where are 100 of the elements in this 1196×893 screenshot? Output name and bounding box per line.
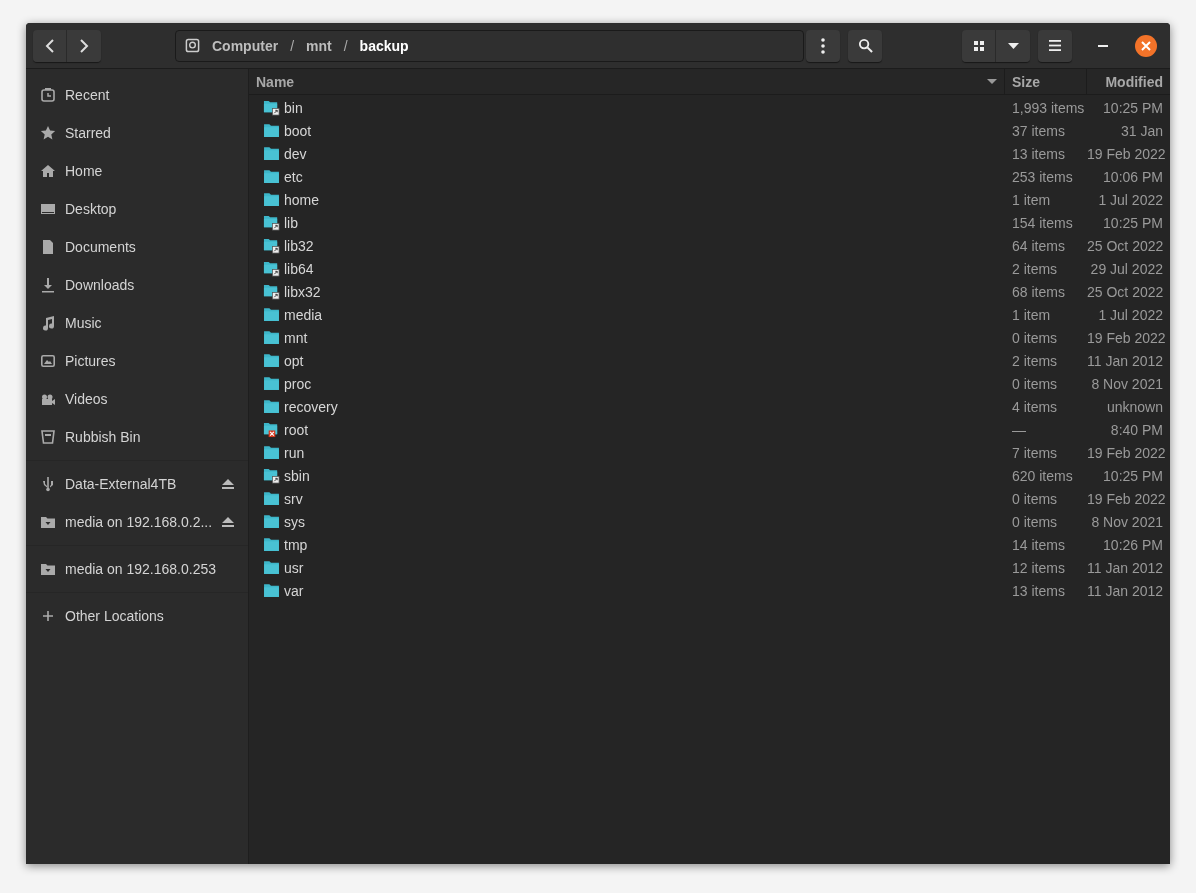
modified-cell: 19 Feb 2022 [1087, 444, 1166, 461]
modified-cell: 1 Jul 2022 [1098, 191, 1163, 208]
folder-icon [263, 122, 280, 139]
file-name[interactable]: tmp [284, 536, 308, 553]
modified-cell: 10:25 PM [1103, 467, 1163, 484]
modified-cell: unknown [1106, 398, 1163, 415]
plus-icon [40, 608, 56, 624]
size-cell: 2 items [1012, 260, 1058, 277]
modified-cell: 19 Feb 2022 [1087, 329, 1166, 346]
close-button[interactable] [1135, 34, 1157, 57]
modified-cell: 8:40 PM [1110, 421, 1163, 438]
sidebar-item[interactable]: Other Locations [65, 608, 234, 624]
sort-caret-icon [987, 79, 997, 84]
chevron-left-icon [44, 38, 55, 53]
sidebar-item[interactable]: Home [65, 163, 234, 179]
folder-icon [263, 490, 280, 507]
sidebar-item[interactable]: Rubbish Bin [65, 429, 234, 445]
sidebar-item[interactable]: Downloads [65, 277, 234, 293]
file-name[interactable]: media [284, 306, 323, 323]
column-header[interactable]: Size [1005, 69, 1087, 94]
modified-cell: 11 Jan 2012 [1087, 559, 1164, 576]
size-cell: 1 item [1012, 191, 1051, 208]
size-cell: 4 items [1012, 398, 1058, 415]
folder-link-icon [263, 467, 280, 484]
file-name[interactable]: recovery [284, 398, 338, 415]
modified-cell: 11 Jan 2012 [1087, 582, 1164, 599]
path-bar[interactable]: Computer / mnt / backup [175, 29, 804, 62]
monitor-icon [40, 201, 56, 217]
size-cell: 1 item [1012, 306, 1051, 323]
star-icon [40, 125, 56, 141]
file-name[interactable]: lib32 [284, 237, 314, 254]
sidebar-item[interactable]: Music [65, 315, 234, 331]
file-name[interactable]: usr [284, 559, 304, 576]
search-button[interactable] [848, 29, 882, 62]
modified-cell: 29 Jul 2022 [1090, 260, 1163, 277]
size-cell: 68 items [1012, 283, 1065, 300]
file-name[interactable]: sbin [284, 467, 310, 484]
document-icon [40, 239, 56, 255]
file-name[interactable]: sys [284, 513, 305, 530]
sidebar-item[interactable]: Data-External4TB [65, 476, 213, 492]
folder-icon [263, 168, 280, 185]
folder-icon [263, 513, 280, 530]
column-header[interactable]: Modified [1087, 69, 1170, 94]
menu-icon [1049, 40, 1061, 51]
folder-icon [263, 306, 280, 323]
file-name[interactable]: boot [284, 122, 312, 139]
sidebar-item[interactable]: Pictures [65, 353, 234, 369]
eject-icon[interactable] [222, 516, 234, 528]
bin-icon [40, 429, 56, 445]
more-button[interactable] [806, 29, 840, 62]
grid-view-button[interactable] [962, 29, 996, 62]
picture-icon [40, 353, 56, 369]
eject-icon[interactable] [222, 478, 234, 490]
file-name[interactable]: bin [284, 99, 303, 116]
file-name[interactable]: dev [284, 145, 307, 162]
file-name[interactable]: libx32 [284, 283, 321, 300]
file-name[interactable]: run [284, 444, 305, 461]
forward-button[interactable] [67, 29, 101, 62]
path-crumb[interactable]: backup [359, 37, 409, 54]
file-name[interactable]: proc [284, 375, 312, 392]
size-cell: 13 items [1012, 582, 1065, 599]
view-options-button[interactable] [996, 29, 1030, 62]
chevron-right-icon [79, 38, 89, 53]
network-folder-icon [40, 514, 56, 530]
file-name[interactable]: srv [284, 490, 303, 507]
path-crumb[interactable]: mnt [306, 37, 332, 54]
sidebar-item[interactable]: Starred [65, 125, 234, 141]
file-name[interactable]: lib64 [284, 260, 314, 277]
size-cell: 7 items [1012, 444, 1058, 461]
file-name[interactable]: lib [284, 214, 298, 231]
sidebar-item[interactable]: media on 192.168.0.2... [65, 514, 213, 530]
file-name[interactable]: root [284, 421, 309, 438]
size-cell: 14 items [1012, 536, 1065, 553]
minimize-icon [1098, 44, 1108, 47]
back-button[interactable] [33, 29, 67, 62]
sidebar-item[interactable]: Desktop [65, 201, 234, 217]
file-name[interactable]: var [284, 582, 304, 599]
sidebar-item[interactable]: Documents [65, 239, 234, 255]
file-name[interactable]: opt [284, 352, 304, 369]
grid-icon [973, 40, 984, 51]
house-icon [40, 163, 56, 179]
sidebar-item[interactable]: Videos [65, 391, 234, 407]
file-name[interactable]: etc [284, 168, 303, 185]
file-name[interactable]: mnt [284, 329, 308, 346]
download-icon [40, 277, 56, 293]
size-cell: 2 items [1012, 352, 1058, 369]
menu-button[interactable] [1038, 29, 1072, 62]
file-name[interactable]: home [284, 191, 320, 208]
sidebar-item[interactable]: Recent [65, 87, 234, 103]
folder-icon [263, 559, 280, 576]
folder-link-icon [263, 260, 280, 277]
column-header[interactable]: Name [249, 69, 1005, 94]
folder-link-icon [263, 283, 280, 300]
path-crumb[interactable]: Computer [212, 37, 279, 54]
size-cell: 12 items [1012, 559, 1065, 576]
vertical-dots-icon [821, 37, 825, 54]
sidebar-item[interactable]: media on 192.168.0.253 [65, 561, 234, 577]
clock-icon [40, 87, 56, 103]
modified-cell: 10:25 PM [1103, 214, 1163, 231]
size-cell: 1,993 items [1012, 99, 1085, 116]
